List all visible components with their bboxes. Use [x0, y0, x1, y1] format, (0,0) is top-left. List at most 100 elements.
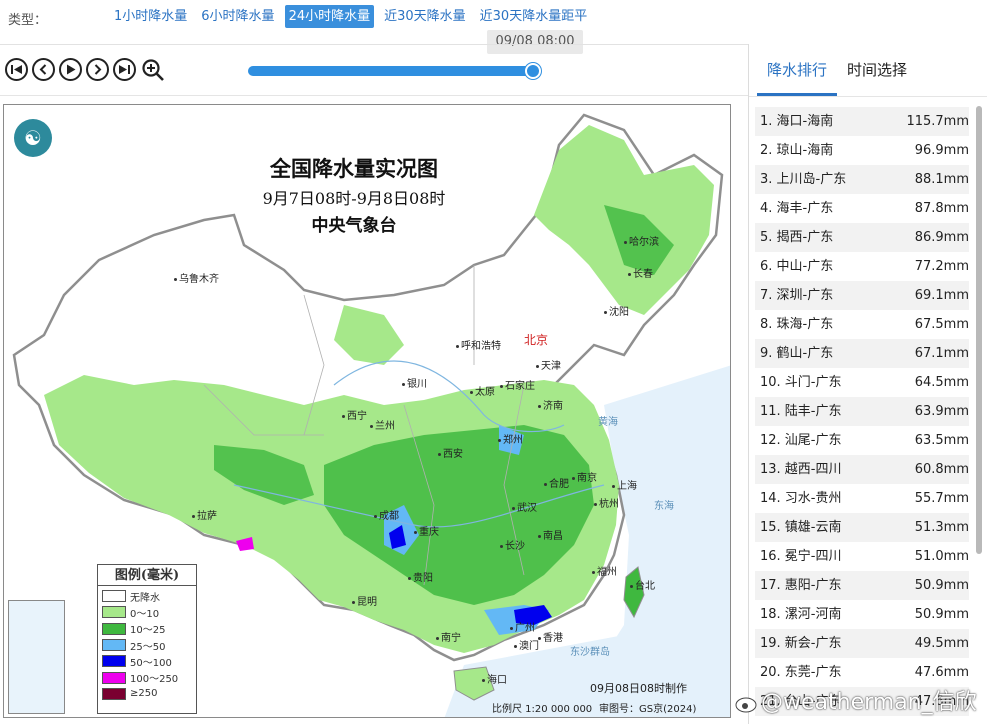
city-label: 石家庄 — [500, 377, 535, 392]
ranking-row[interactable]: 3. 上川岛-广东 88.1mm — [755, 165, 969, 194]
tab-time-select[interactable]: 时间选择 — [837, 44, 917, 96]
precip-value: 115.7mm — [906, 114, 969, 129]
precipitation-map[interactable]: ☯ 全国降水量实况图 9月7日08时-9月8日08时 中央气象台 乌鲁木齐 哈尔滨… — [3, 104, 731, 718]
cma-logo: ☯ — [14, 119, 52, 157]
precip-value: 64.5mm — [914, 375, 969, 390]
ranking-row[interactable]: 16. 冕宁-四川 51.0mm — [755, 542, 969, 571]
precip-value: 51.0mm — [914, 549, 969, 564]
ranking-row[interactable]: 8. 珠海-广东 67.5mm — [755, 310, 969, 339]
station-name: 15. 镇雄-云南 — [760, 520, 842, 535]
slider-handle[interactable] — [525, 63, 542, 79]
weibo-icon — [735, 697, 757, 713]
ranking-row[interactable]: 4. 海丰-广东 87.8mm — [755, 194, 969, 223]
station-name: 18. 漯河-河南 — [760, 607, 842, 622]
city-label: 昆明 — [352, 593, 377, 608]
tab-30d-precip[interactable]: 近30天降水量 — [380, 5, 470, 28]
precip-value: 67.1mm — [914, 346, 969, 361]
city-label: 北京 — [524, 333, 549, 347]
type-label: 类型： — [8, 13, 48, 28]
legend-swatch — [102, 639, 126, 652]
ranking-row[interactable]: 20. 东莞-广东 47.6mm — [755, 658, 969, 687]
city-label: 海口 — [482, 671, 507, 686]
ranking-row[interactable]: 15. 镇雄-云南 51.3mm — [755, 513, 969, 542]
play-button[interactable] — [59, 58, 82, 81]
city-label: 重庆 — [414, 523, 439, 538]
tab-1h-precip[interactable]: 1小时降水量 — [110, 5, 191, 28]
legend-item: ≥250 — [102, 686, 192, 702]
legend-label: 50～100 — [130, 657, 172, 669]
precip-value: 67.5mm — [914, 317, 969, 332]
legend-swatch — [102, 671, 126, 684]
ranking-row[interactable]: 1. 海口-海南 115.7mm — [755, 107, 969, 136]
city-label: 呼和浩特 — [456, 337, 501, 352]
tab-precip-ranking[interactable]: 降水排行 — [757, 44, 838, 96]
city-label: 南京 — [572, 469, 597, 484]
station-name: 12. 汕尾-广东 — [760, 433, 842, 448]
precip-value: 63.5mm — [914, 433, 969, 448]
city-label: 乌鲁木齐 — [174, 270, 219, 285]
city-label: 西安 — [438, 445, 463, 460]
ranking-row[interactable]: 6. 中山-广东 77.2mm — [755, 252, 969, 281]
legend-swatch — [102, 590, 126, 603]
legend-item: 25～50 — [102, 637, 192, 653]
station-name: 14. 习水-贵州 — [760, 491, 842, 506]
ranking-row[interactable]: 9. 鹤山-广东 67.1mm — [755, 339, 969, 368]
ranking-row[interactable]: 12. 汕尾-广东 63.5mm — [755, 426, 969, 455]
station-name: 11. 陆丰-广东 — [760, 404, 842, 419]
tab-24h-precip[interactable]: 24小时降水量 — [284, 5, 375, 28]
ranking-row[interactable]: 19. 新会-广东 49.5mm — [755, 629, 969, 658]
ranking-scrollbar[interactable] — [976, 106, 982, 554]
station-name: 8. 珠海-广东 — [760, 317, 834, 332]
city-label: 哈尔滨 — [624, 233, 659, 248]
zoom-button[interactable] — [140, 58, 166, 81]
watermark: @weatherman_信欣 — [735, 684, 977, 716]
station-name: 17. 惠阳-广东 — [760, 578, 842, 593]
precip-value: 51.3mm — [914, 520, 969, 535]
legend-item: 10～25 — [102, 621, 192, 637]
city-label: 成都 — [374, 507, 399, 522]
precip-value: 88.1mm — [914, 172, 969, 187]
station-name: 9. 鹤山-广东 — [760, 346, 834, 361]
precip-value: 55.7mm — [914, 491, 969, 506]
play-icon — [67, 64, 76, 75]
slider-fill — [248, 66, 534, 76]
first-frame-button[interactable] — [5, 58, 28, 81]
legend-swatch — [102, 622, 126, 635]
station-name: 20. 东莞-广东 — [760, 665, 842, 680]
city-label: 郑州 — [498, 431, 523, 446]
previous-button[interactable] — [32, 58, 55, 81]
south-china-sea-inset — [8, 600, 65, 714]
made-time: 09月08日08时制作 — [590, 682, 687, 695]
map-title: 全国降水量实况图 — [270, 156, 438, 181]
time-slider[interactable] — [248, 63, 542, 79]
last-frame-button[interactable] — [113, 58, 136, 81]
ranking-row[interactable]: 14. 习水-贵州 55.7mm — [755, 484, 969, 513]
ranking-row[interactable]: 13. 越西-四川 60.8mm — [755, 455, 969, 484]
next-button[interactable] — [86, 58, 109, 81]
legend-label: 25～50 — [130, 641, 166, 653]
watermark-text: @weatherman_信欣 — [761, 690, 977, 715]
ranking-row[interactable]: 5. 揭西-广东 86.9mm — [755, 223, 969, 252]
tab-6h-precip[interactable]: 6小时降水量 — [197, 5, 278, 28]
tab-30d-anomaly[interactable]: 近30天降水量距平 — [476, 5, 592, 28]
precip-value: 50.9mm — [914, 607, 969, 622]
map-subtitle: 9月7日08时-9月8日08时 — [262, 189, 446, 208]
legend-label: 无降水 — [130, 592, 160, 604]
station-name: 16. 冕宁-四川 — [760, 549, 842, 564]
city-label: 长沙 — [500, 537, 525, 552]
precip-value: 47.6mm — [914, 665, 969, 680]
ranking-row[interactable]: 2. 琼山-海南 96.9mm — [755, 136, 969, 165]
precip-value: 86.9mm — [914, 230, 969, 245]
time-tooltip: 09/08 08:00 — [487, 30, 583, 54]
ranking-row[interactable]: 11. 陆丰-广东 63.9mm — [755, 397, 969, 426]
city-label: 福州 — [592, 563, 617, 578]
city-label: 天津 — [536, 357, 561, 372]
ranking-row[interactable]: 7. 深圳-广东 69.1mm — [755, 281, 969, 310]
ranking-row[interactable]: 17. 惠阳-广东 50.9mm — [755, 571, 969, 600]
type-tabs: 1小时降水量 6小时降水量 24小时降水量 近30天降水量 近30天降水量距平 — [110, 5, 591, 28]
ranking-row[interactable]: 10. 斗门-广东 64.5mm — [755, 368, 969, 397]
ranking-row[interactable]: 18. 漯河-河南 50.9mm — [755, 600, 969, 629]
station-name: 4. 海丰-广东 — [760, 201, 834, 216]
station-name: 1. 海口-海南 — [760, 114, 834, 129]
right-panel: 降水排行 时间选择 1. 海口-海南 115.7mm 2. 琼山-海南 96.9mm 3… — [748, 44, 987, 724]
